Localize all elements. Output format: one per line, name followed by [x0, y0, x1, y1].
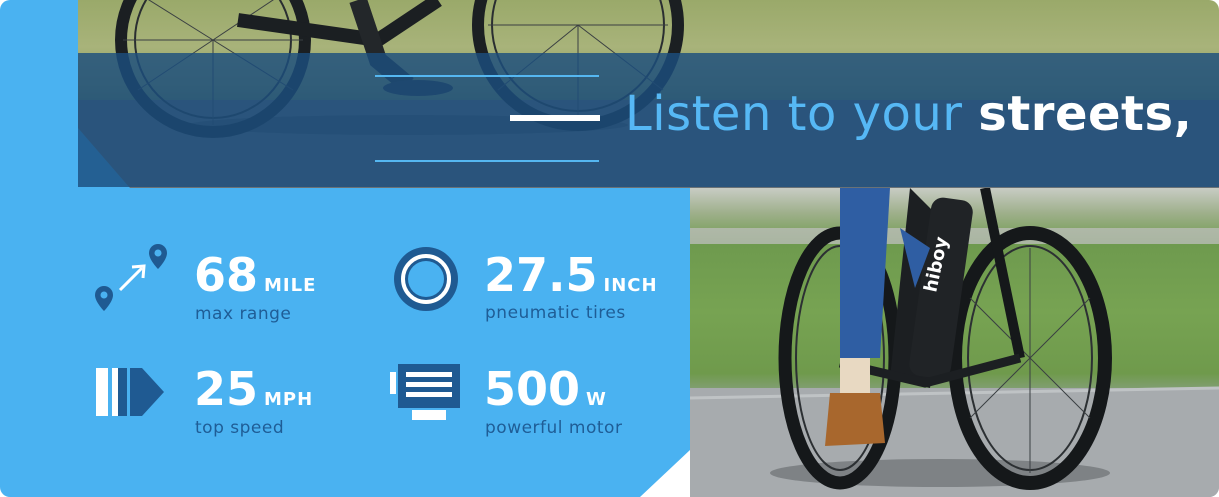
product-banner: hiboy Listen to your streets, 68 MILE ma… — [0, 0, 1219, 497]
headline-light: Listen to your — [625, 86, 979, 142]
spec-tires-number: 27.5 — [484, 248, 598, 302]
spec-speed-number: 25 — [194, 362, 259, 416]
spec-range-label: max range — [195, 304, 292, 324]
spec-range-value: 68 MILE — [194, 250, 316, 311]
headline: Listen to your streets, — [625, 84, 1192, 144]
motor-icon — [390, 364, 460, 420]
speed-icon — [96, 368, 164, 416]
headline-bottom-line — [375, 160, 599, 162]
spec-speed-label: top speed — [195, 418, 285, 438]
location-route-icon — [95, 244, 167, 311]
spec-speed-unit: MPH — [264, 389, 314, 410]
headline-dash — [510, 115, 600, 121]
spec-speed-value: 25 MPH — [194, 364, 313, 425]
spec-tires-value: 27.5 INCH — [484, 250, 658, 311]
tire-icon — [394, 247, 458, 311]
headline-top-line — [375, 75, 599, 77]
spec-motor-unit: W — [586, 389, 607, 410]
spec-tires-unit: INCH — [603, 275, 658, 296]
spec-tires-label: pneumatic tires — [485, 303, 626, 323]
headline-bold: streets, — [978, 86, 1193, 142]
spec-range-unit: MILE — [264, 275, 317, 296]
spec-motor-label: powerful motor — [485, 418, 623, 438]
spec-range-number: 68 — [194, 248, 259, 302]
spec-motor-number: 500 — [484, 362, 581, 416]
spec-motor-value: 500 W — [484, 364, 607, 425]
